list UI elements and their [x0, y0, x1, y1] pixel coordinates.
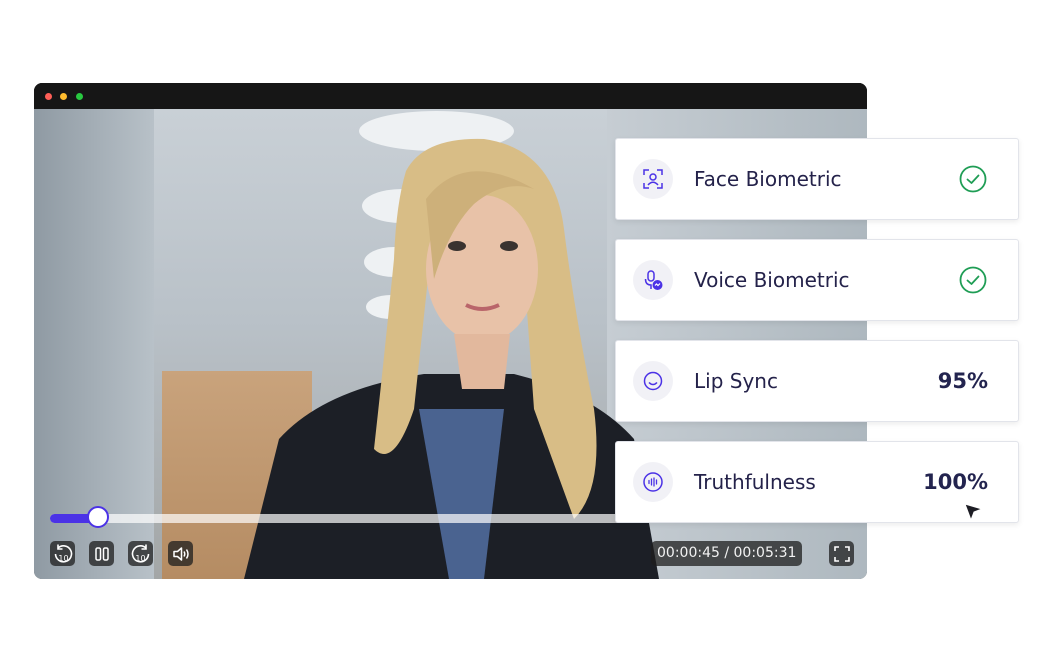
check-label: Voice Biometric	[694, 268, 850, 292]
mouse-cursor-icon	[964, 503, 984, 522]
volume-icon	[172, 546, 189, 561]
rewind-10-button[interactable]: 10	[50, 541, 75, 566]
face-biometric-card: Face Biometric	[615, 138, 1019, 220]
close-window-dot[interactable]	[45, 93, 52, 100]
waveform-icon	[633, 462, 673, 502]
forward-10-icon: 10	[131, 544, 149, 563]
volume-button[interactable]	[168, 541, 193, 566]
pause-icon	[94, 546, 109, 561]
pause-button[interactable]	[89, 541, 114, 566]
verified-check-icon	[959, 165, 987, 193]
smile-icon	[633, 361, 673, 401]
lip-sync-card: Lip Sync 95%	[615, 340, 1019, 422]
check-label: Lip Sync	[694, 369, 778, 393]
minimize-window-dot[interactable]	[60, 93, 67, 100]
forward-10-button[interactable]: 10	[128, 541, 153, 566]
check-label: Truthfulness	[694, 470, 816, 494]
face-scan-icon	[633, 159, 673, 199]
lip-sync-score: 95%	[937, 369, 988, 393]
fullscreen-button[interactable]	[829, 541, 854, 566]
fullscreen-icon	[833, 545, 850, 562]
maximize-window-dot[interactable]	[76, 93, 83, 100]
check-label: Face Biometric	[694, 167, 842, 191]
current-time: 00:00:45	[657, 545, 720, 561]
rewind-10-icon: 10	[54, 544, 72, 563]
time-display: 00:00:45 / 00:05:31	[651, 541, 803, 566]
truthfulness-card: Truthfulness 100%	[615, 441, 1019, 523]
verified-check-icon	[959, 266, 987, 294]
voice-biometric-card: Voice Biometric	[615, 239, 1019, 321]
time-separator: /	[724, 545, 730, 561]
total-time: 00:05:31	[733, 545, 797, 561]
rewind-seconds-label: 10	[58, 554, 68, 563]
window-titlebar	[34, 83, 867, 109]
microphone-icon	[633, 260, 673, 300]
progress-scrubber-handle[interactable]	[87, 506, 109, 528]
forward-seconds-label: 10	[135, 554, 145, 563]
